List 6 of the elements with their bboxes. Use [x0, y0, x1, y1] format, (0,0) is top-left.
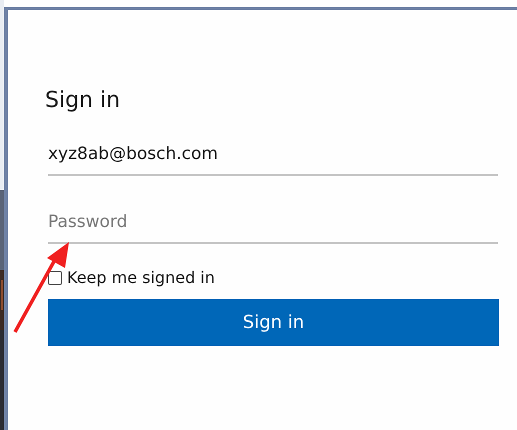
- password-field[interactable]: Password: [48, 206, 498, 244]
- email-field[interactable]: xyz8ab@bosch.com: [48, 138, 498, 176]
- dialog-title: Sign in: [45, 88, 122, 113]
- sign-in-button[interactable]: Sign in: [48, 299, 499, 346]
- checkbox[interactable]: [48, 270, 62, 284]
- checkbox-label: Keep me signed in: [67, 268, 215, 287]
